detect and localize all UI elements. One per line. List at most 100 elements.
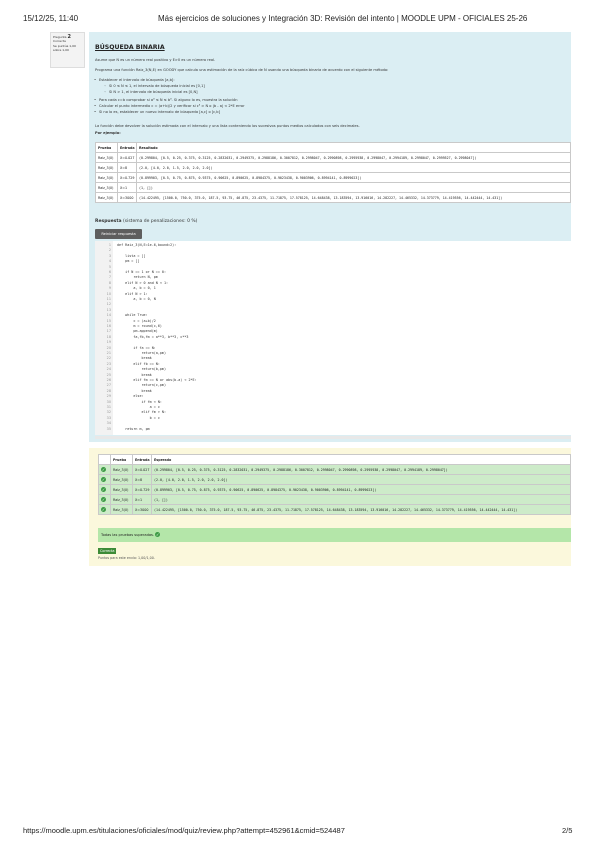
result-test: Raiz_3(X) bbox=[110, 464, 133, 475]
code-line: return m, pm bbox=[117, 426, 150, 431]
question-task: Programa una función Raiz_3(N,E) en GOOD… bbox=[95, 68, 389, 72]
question-points: Se puntúa 1,00 sobre 1,00 bbox=[53, 43, 76, 52]
example-col-header: Prueba bbox=[95, 142, 118, 153]
example-test: Raiz_3(X) bbox=[95, 182, 118, 193]
step-item: Para cada c=b comprobar si a³ ≤ N ≤ b³. … bbox=[94, 98, 238, 103]
code-line: b = c bbox=[117, 415, 160, 420]
code-line: fa,fb,fm = a**3, b**3, c**3 bbox=[117, 334, 189, 339]
code-line: if N == 1 or N == 0: bbox=[117, 270, 166, 274]
example-input: X=8 bbox=[117, 162, 137, 173]
code-line: a, b = 0, N bbox=[117, 297, 156, 301]
results-header-row: Prueba Entrada Esperado bbox=[98, 454, 571, 465]
code-line: elif fm == N or abs(b-a) < 2*E: bbox=[117, 378, 197, 382]
line-number: 26 bbox=[106, 378, 111, 382]
code-line: elif fb == N: bbox=[117, 361, 160, 366]
print-url: https://moodle.upm.es/titulaciones/ofici… bbox=[23, 826, 345, 835]
code-line: pm.append(m) bbox=[117, 329, 158, 334]
answer-label-row: Respuesta (sistema de penalizaciones: 0 … bbox=[95, 219, 197, 224]
question-info-panel: Pregunta 2 Correcta Se puntúa 1,00 sobre… bbox=[50, 32, 85, 68]
example-input: X=0.729 bbox=[117, 172, 137, 183]
code-editor[interactable]: 1 2 3 4 5 6 7 8 9 10 11 12 13 14 15 16 17 18 19 20 21 22 23 24 2… bbox=[95, 241, 571, 435]
example-test: Raiz_3(X) bbox=[95, 192, 118, 203]
result-expected: (2.0, [4.0, 2.0, 1.5, 2.0, 2.0, 2.0]) bbox=[151, 474, 571, 485]
line-number: 34 bbox=[106, 421, 111, 426]
line-number: 27 bbox=[106, 383, 111, 388]
line-number: 9 bbox=[108, 286, 111, 291]
example-input: X=3000 bbox=[117, 192, 137, 203]
result-input: X=0.027 bbox=[132, 464, 152, 475]
code-line: break bbox=[117, 388, 152, 393]
code-line: if fa == N: bbox=[117, 345, 156, 350]
check-icon: ✓ bbox=[101, 497, 106, 502]
result-expected: (1, []) bbox=[151, 494, 571, 505]
example-test: Raiz_3(X) bbox=[95, 152, 118, 163]
print-date: 15/12/25, 11:40 bbox=[23, 14, 79, 23]
example-table: Prueba Entrada Resultado Raiz_3(X) X=0.0… bbox=[95, 142, 571, 203]
result-input: X=1 bbox=[132, 494, 152, 505]
result-test: Raiz_3(X) bbox=[110, 494, 133, 505]
code-line: break bbox=[117, 356, 152, 361]
grade-text: Puntos para este envío: 1,00/1,00. bbox=[98, 556, 155, 560]
line-number: 24 bbox=[106, 367, 111, 372]
code-line: c = (a+b)/2 bbox=[117, 318, 156, 323]
line-number: 10 bbox=[106, 291, 111, 296]
reset-answer-button[interactable]: Reiniciar respuesta bbox=[95, 229, 142, 239]
code-line: lista = [] bbox=[117, 253, 146, 258]
result-test: Raiz_3(X) bbox=[110, 484, 133, 495]
editor-horizontal-scrollbar[interactable] bbox=[95, 436, 571, 439]
example-result: (1, []) bbox=[136, 182, 571, 193]
print-page-title: Más ejercicios de soluciones y Integraci… bbox=[158, 14, 528, 23]
line-number: 4 bbox=[108, 259, 111, 264]
line-number: 32 bbox=[106, 410, 111, 415]
correct-badge: Correcta bbox=[98, 548, 117, 554]
result-input: X=8 bbox=[132, 474, 152, 485]
example-header-row: Prueba Entrada Resultado bbox=[95, 142, 571, 153]
code-line: return N, pm bbox=[117, 275, 158, 280]
example-result: (0.899903, [0.5, 0.75, 0.875, 0.9375, 0.… bbox=[136, 172, 571, 183]
results-table: Prueba Entrada Esperado ✓ Raiz_3(X) X=0.… bbox=[98, 454, 571, 515]
code-line: elif fm > N: bbox=[117, 410, 166, 415]
code-line: a = c bbox=[117, 405, 160, 409]
check-icon: ✓ bbox=[101, 477, 106, 482]
result-input: X=0.729 bbox=[132, 484, 152, 495]
result-expected: (0.899903, [0.5, 0.75, 0.875, 0.9375, 0.… bbox=[151, 484, 571, 495]
check-icon: ✓ bbox=[101, 467, 106, 472]
line-number: 21 bbox=[106, 351, 111, 355]
line-number: 20 bbox=[106, 345, 111, 350]
result-expected: (14.422495, [1500.0, 750.0, 375.0, 187.5… bbox=[151, 504, 571, 515]
code-line: return(c,pm) bbox=[117, 383, 166, 388]
line-number: 13 bbox=[106, 307, 111, 312]
line-number: 11 bbox=[106, 297, 111, 301]
line-number: 28 bbox=[106, 388, 111, 393]
result-test: Raiz_3(X) bbox=[110, 474, 133, 485]
code-line: break bbox=[117, 372, 152, 377]
step-item: Si no lo es, establecer un nuevo interva… bbox=[94, 110, 220, 115]
code-line: pm = [] bbox=[117, 259, 140, 264]
example-col-header: Resultado bbox=[136, 142, 571, 153]
question-title: BÚSQUEDA BINARIA bbox=[95, 44, 165, 51]
example-result: (0.299804, [0.5, 0.25, 0.375, 0.3125, 0.… bbox=[136, 152, 571, 163]
question-intro: Asume que N es un número real positivo y… bbox=[95, 58, 216, 62]
line-number: 5 bbox=[108, 264, 111, 269]
substep-item: Si 0 ≤ N ≤ 1, el intervalo de búsqueda i… bbox=[104, 84, 205, 89]
all-tests-passed-banner: Todas las pruebas superadas. ✓ bbox=[98, 528, 571, 542]
table-row: ✓ Raiz_3(X) X=1 (1, []) bbox=[98, 494, 571, 505]
line-number: 19 bbox=[106, 340, 111, 345]
results-col-header: Prueba bbox=[110, 454, 133, 465]
line-number: 31 bbox=[106, 405, 111, 409]
line-number: 16 bbox=[106, 324, 111, 328]
line-number: 1 bbox=[108, 243, 111, 247]
code-line: elif N > 0 and N < 1: bbox=[117, 280, 169, 285]
line-number: 35 bbox=[106, 426, 111, 431]
line-number-gutter: 1 2 3 4 5 6 7 8 9 10 11 12 13 14 15 16 17 18 19 20 21 22 23 24 2… bbox=[95, 241, 113, 435]
check-icon: ✓ bbox=[155, 532, 161, 537]
code-line: def Raiz_3(N,E=1e-6,bound=2): bbox=[117, 243, 177, 247]
code-line: elif N > 1: bbox=[117, 291, 148, 296]
table-row: ✓ Raiz_3(X) X=8 (2.0, [4.0, 2.0, 1.5, 2.… bbox=[98, 474, 571, 485]
line-number: 8 bbox=[108, 280, 111, 285]
line-number: 18 bbox=[106, 334, 111, 339]
example-input: X=1 bbox=[117, 182, 137, 193]
line-number: 29 bbox=[106, 394, 111, 399]
line-number: 30 bbox=[106, 399, 111, 404]
table-row: Raiz_3(X) X=1 (1, []) bbox=[95, 182, 571, 193]
